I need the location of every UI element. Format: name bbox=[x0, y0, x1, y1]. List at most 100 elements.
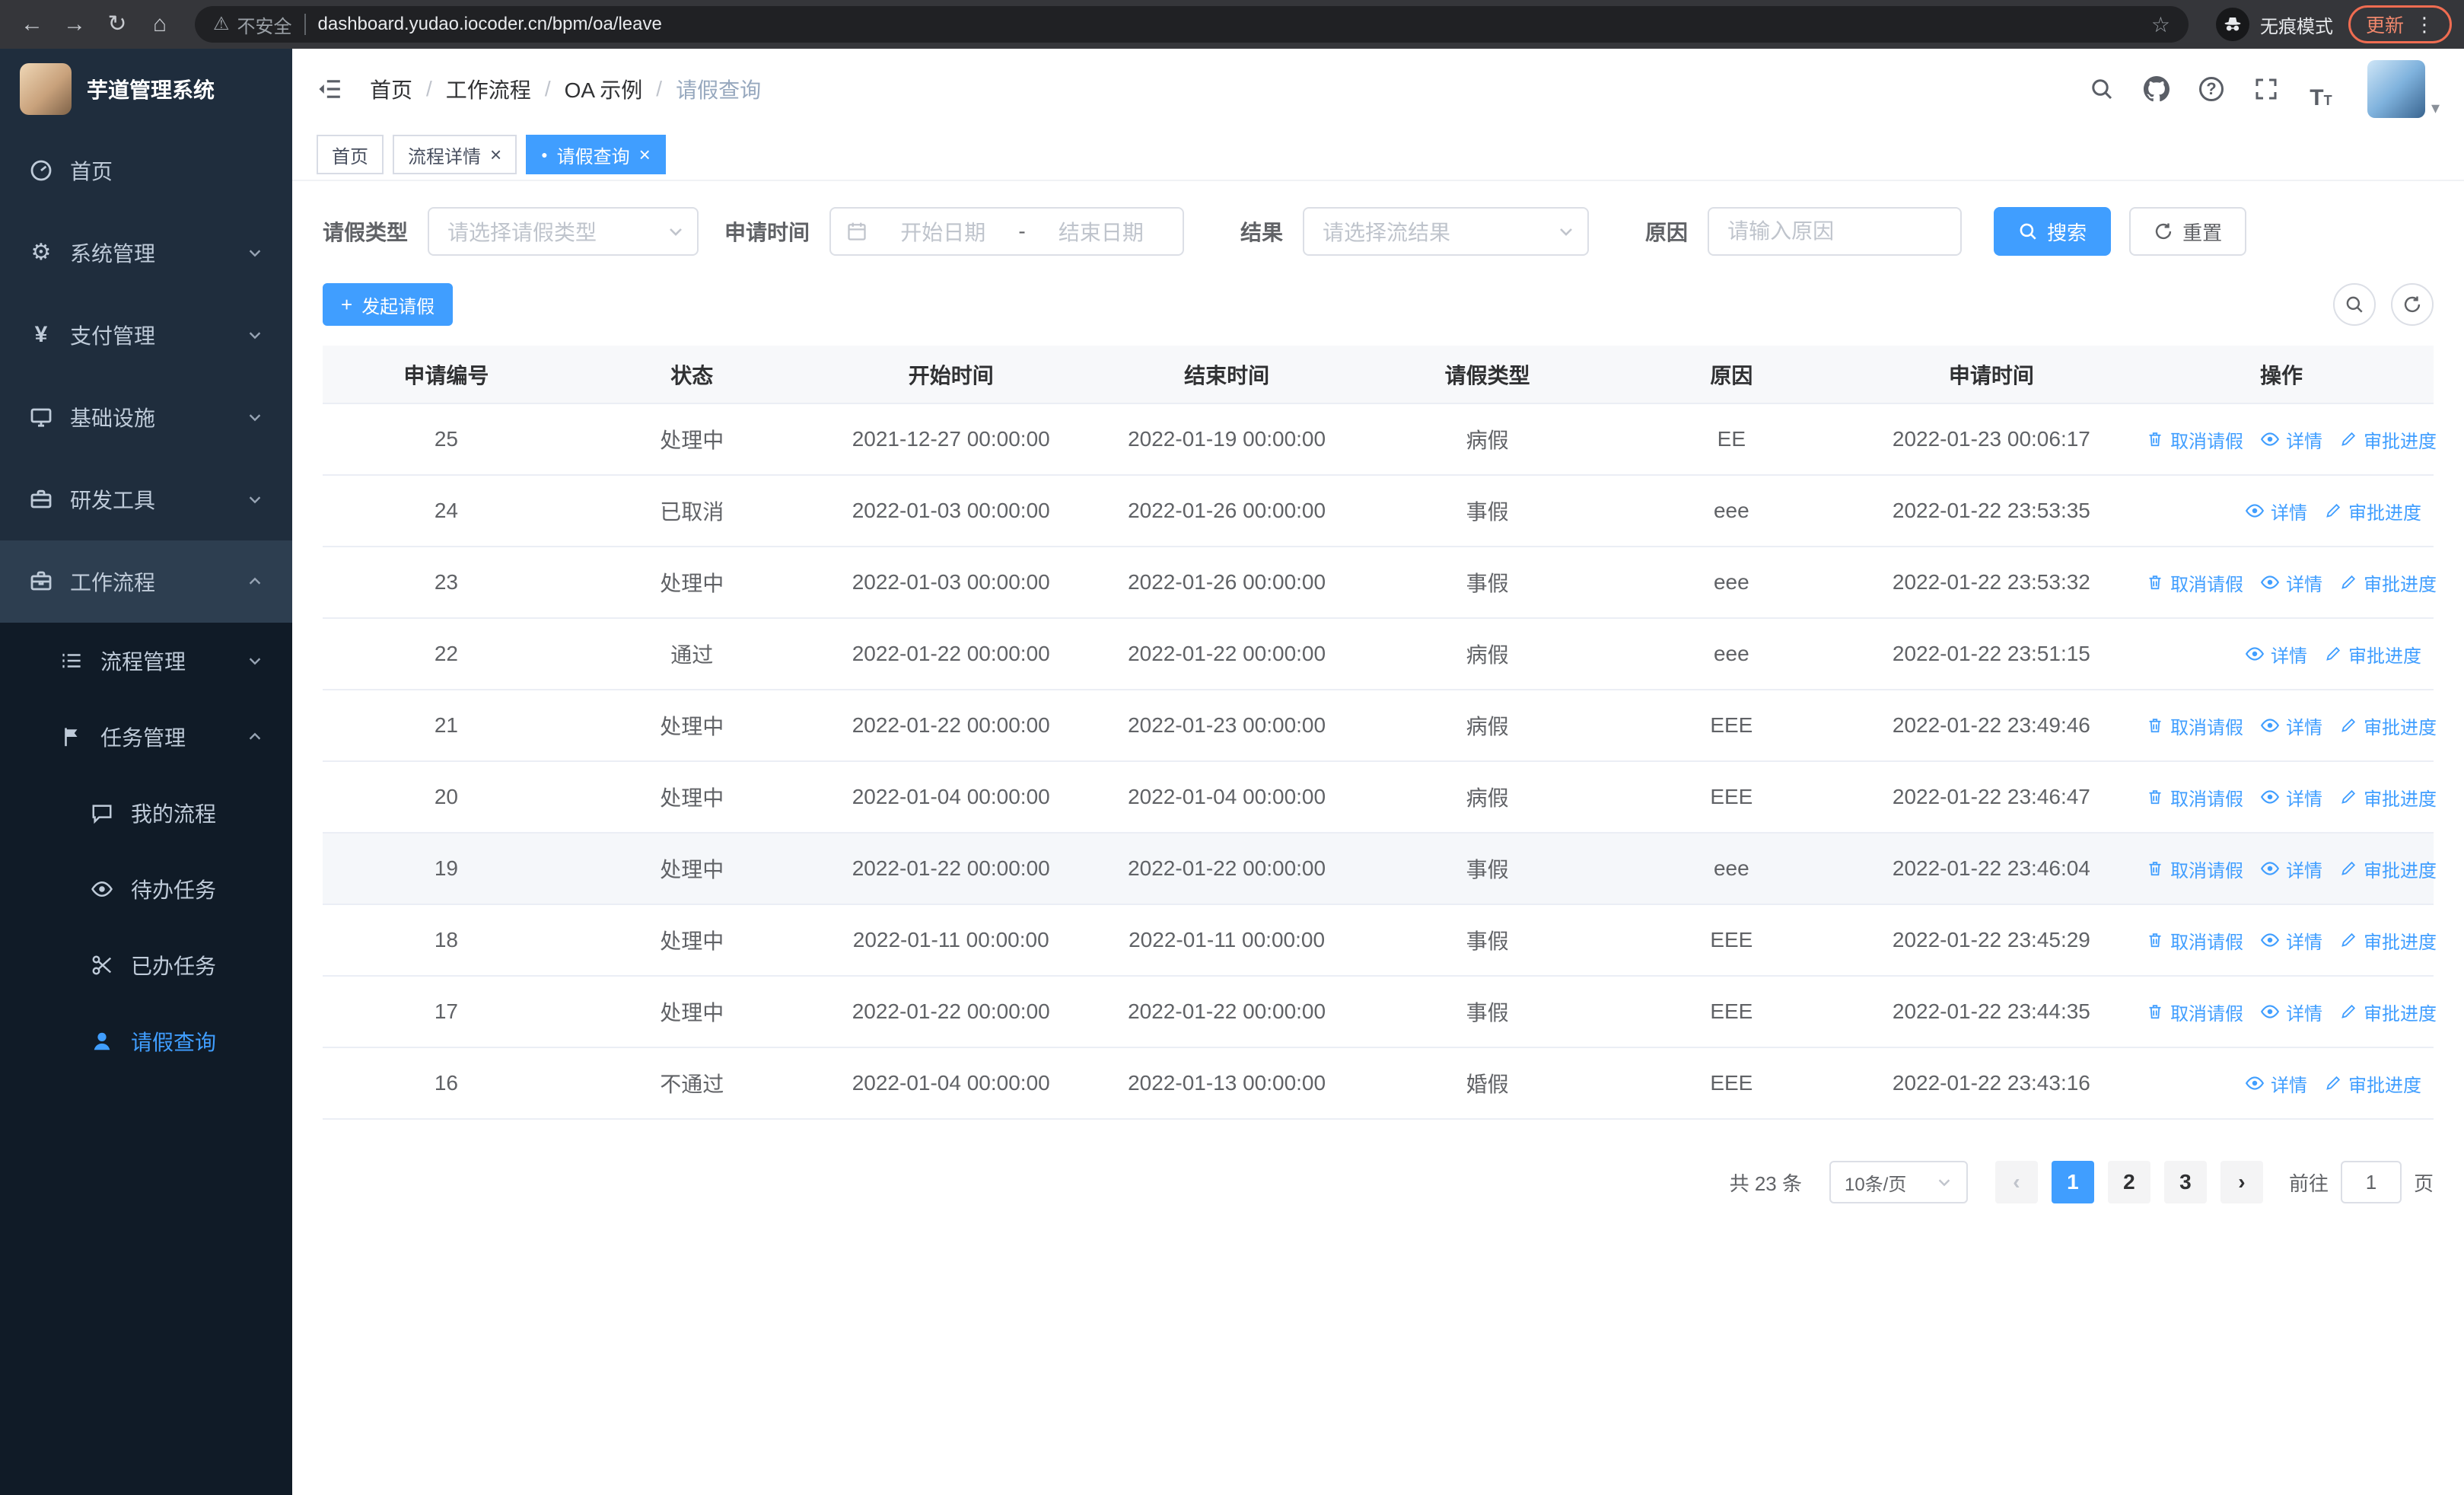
eye-icon bbox=[2245, 647, 2265, 661]
sidebar-item-system[interactable]: ⚙ 系统管理 bbox=[0, 212, 292, 294]
cancel-leave-link[interactable]: 取消请假 bbox=[2146, 927, 2243, 954]
app-logo[interactable]: 芋道管理系统 bbox=[0, 49, 292, 129]
next-page-button[interactable]: › bbox=[2220, 1161, 2263, 1203]
detail-link[interactable]: 详情 bbox=[2260, 927, 2322, 954]
detail-link[interactable]: 详情 bbox=[2260, 569, 2322, 596]
reset-button[interactable]: 重置 bbox=[2129, 207, 2247, 256]
browser-home-button[interactable]: ⌂ bbox=[140, 5, 180, 44]
chevron-down-icon bbox=[247, 244, 263, 261]
browser-reload-button[interactable]: ↻ bbox=[97, 5, 137, 44]
detail-link[interactable]: 详情 bbox=[2260, 712, 2322, 739]
tab-process-detail[interactable]: 流程详情 × bbox=[393, 135, 517, 174]
button-label: 搜索 bbox=[2047, 221, 2087, 244]
browser-update-menu-button[interactable]: 更新 ⋮ bbox=[2348, 5, 2452, 43]
detail-link[interactable]: 详情 bbox=[2260, 856, 2322, 882]
detail-link[interactable]: 详情 bbox=[2245, 1070, 2307, 1097]
approval-progress-link[interactable]: 审批进度 bbox=[2339, 784, 2437, 811]
detail-link[interactable]: 详情 bbox=[2245, 498, 2307, 524]
page-button-1[interactable]: 1 bbox=[2051, 1161, 2094, 1203]
sidebar-item-payment[interactable]: ¥ 支付管理 bbox=[0, 294, 292, 376]
address-bar[interactable]: ⚠ 不安全 dashboard.yudao.iocoder.cn/bpm/oa/… bbox=[195, 6, 2189, 43]
select-placeholder: 请选择请假类型 bbox=[447, 221, 597, 244]
sidebar-item-home[interactable]: 首页 bbox=[0, 129, 292, 212]
font-size-icon[interactable]: TT bbox=[2300, 69, 2341, 110]
approval-progress-link[interactable]: 审批进度 bbox=[2324, 641, 2421, 668]
sidebar-item-infra[interactable]: 基础设施 bbox=[0, 376, 292, 458]
page-button-2[interactable]: 2 bbox=[2107, 1161, 2150, 1203]
breadcrumb-home[interactable]: 首页 bbox=[370, 74, 412, 104]
cancel-leave-link[interactable]: 取消请假 bbox=[2146, 569, 2243, 596]
apply-time-range-picker[interactable]: 开始日期 - 结束日期 bbox=[829, 207, 1185, 256]
fullscreen-icon[interactable] bbox=[2246, 69, 2287, 110]
page-button-3[interactable]: 3 bbox=[2163, 1161, 2207, 1203]
breadcrumb-separator: / bbox=[656, 77, 663, 100]
sidebar-item-process-mgmt[interactable]: 流程管理 bbox=[0, 623, 292, 699]
goto-page-input[interactable] bbox=[2340, 1161, 2402, 1203]
approval-progress-link[interactable]: 审批进度 bbox=[2339, 856, 2437, 882]
bookmark-star-icon[interactable]: ☆ bbox=[2151, 12, 2170, 37]
cell-applied: 2022-01-22 23:43:16 bbox=[1853, 1047, 2130, 1120]
cell-id: 22 bbox=[323, 618, 570, 690]
approval-progress-link[interactable]: 审批进度 bbox=[2339, 927, 2437, 954]
start-date-placeholder[interactable]: 开始日期 bbox=[877, 216, 1009, 247]
cancel-leave-link[interactable]: 取消请假 bbox=[2146, 784, 2243, 811]
sidebar-item-workflow[interactable]: 工作流程 bbox=[0, 540, 292, 623]
security-label: 不安全 bbox=[237, 16, 292, 37]
sidebar-item-devtools[interactable]: 研发工具 bbox=[0, 458, 292, 540]
approval-progress-link[interactable]: 审批进度 bbox=[2339, 569, 2437, 596]
sidebar-collapse-button[interactable] bbox=[317, 76, 342, 102]
approval-progress-link[interactable]: 审批进度 bbox=[2324, 498, 2421, 524]
close-icon[interactable]: × bbox=[639, 145, 651, 164]
cell-status: 处理中 bbox=[569, 547, 814, 619]
header-search-button[interactable] bbox=[2081, 69, 2122, 110]
cancel-leave-link[interactable]: 取消请假 bbox=[2146, 856, 2243, 882]
sidebar-item-my-processes[interactable]: 我的流程 bbox=[0, 775, 292, 851]
cancel-leave-link[interactable]: 取消请假 bbox=[2146, 999, 2243, 1025]
cell-end: 2022-01-04 00:00:00 bbox=[1087, 761, 1366, 834]
sidebar-item-task-mgmt[interactable]: 任务管理 bbox=[0, 699, 292, 775]
breadcrumb-oa-example[interactable]: OA 示例 bbox=[565, 74, 643, 104]
cell-id: 18 bbox=[323, 904, 570, 977]
tab-leave-query[interactable]: ● 请假查询 × bbox=[526, 135, 666, 174]
result-label: 结果 bbox=[1240, 221, 1284, 244]
sidebar-item-label: 工作流程 bbox=[70, 571, 156, 594]
approval-progress-link[interactable]: 审批进度 bbox=[2339, 712, 2437, 739]
browser-forward-button[interactable]: → bbox=[55, 5, 94, 44]
result-select[interactable]: 请选择流结果 bbox=[1303, 207, 1590, 256]
refresh-table-button[interactable] bbox=[2391, 283, 2434, 326]
sidebar-item-done-tasks[interactable]: 已办任务 bbox=[0, 927, 292, 1003]
cancel-leave-link[interactable]: 取消请假 bbox=[2146, 426, 2243, 453]
leave-type-select[interactable]: 请选择请假类型 bbox=[428, 207, 699, 256]
browser-back-button[interactable]: ← bbox=[12, 5, 52, 44]
site-security-indicator[interactable]: ⚠ 不安全 bbox=[213, 11, 292, 38]
cancel-leave-link[interactable]: 取消请假 bbox=[2146, 712, 2243, 739]
sidebar-item-leave-query[interactable]: 请假查询 bbox=[0, 1003, 292, 1079]
reason-label: 原因 bbox=[1645, 221, 1689, 244]
approval-progress-link[interactable]: 审批进度 bbox=[2339, 999, 2437, 1025]
tab-home[interactable]: 首页 bbox=[317, 135, 384, 174]
approval-progress-link[interactable]: 审批进度 bbox=[2339, 426, 2437, 453]
sidebar-item-pending-tasks[interactable]: 待办任务 bbox=[0, 851, 292, 927]
approval-progress-link[interactable]: 审批进度 bbox=[2324, 1070, 2421, 1097]
search-button[interactable]: 搜索 bbox=[1994, 207, 2112, 256]
page-size-select[interactable]: 10条/页 bbox=[1829, 1161, 1968, 1203]
breadcrumb-workflow[interactable]: 工作流程 bbox=[446, 74, 531, 104]
active-dot-icon: ● bbox=[541, 148, 548, 161]
search-icon bbox=[2346, 296, 2363, 313]
col-start: 开始时间 bbox=[813, 346, 1088, 404]
detail-link[interactable]: 详情 bbox=[2260, 426, 2322, 453]
create-leave-button[interactable]: + 发起请假 bbox=[323, 283, 454, 326]
detail-link[interactable]: 详情 bbox=[2260, 999, 2322, 1025]
detail-link[interactable]: 详情 bbox=[2245, 641, 2307, 668]
github-icon[interactable] bbox=[2136, 69, 2177, 110]
trash-icon bbox=[2149, 575, 2161, 590]
prev-page-button[interactable]: ‹ bbox=[1994, 1161, 2038, 1203]
user-menu[interactable]: ▾ bbox=[2367, 60, 2440, 118]
help-icon[interactable]: ? bbox=[2191, 69, 2232, 110]
close-icon[interactable]: × bbox=[490, 145, 501, 164]
end-date-placeholder[interactable]: 结束日期 bbox=[1035, 216, 1167, 247]
toggle-search-button[interactable] bbox=[2333, 283, 2376, 326]
detail-link[interactable]: 详情 bbox=[2260, 784, 2322, 811]
reason-input[interactable] bbox=[1727, 219, 1943, 244]
chevron-down-icon bbox=[247, 409, 263, 426]
